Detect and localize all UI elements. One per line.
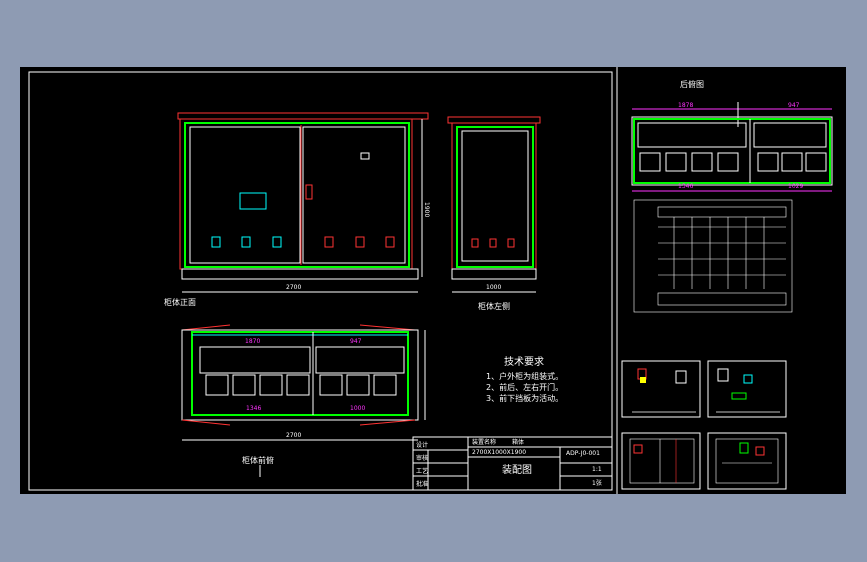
- tb-row-process: 工艺: [416, 467, 428, 475]
- front-view: [177, 112, 429, 293]
- top-dim-a: 1870: [245, 338, 260, 345]
- rear-view-label: 后俯图: [680, 79, 704, 89]
- cad-canvas: 2700 1900 柜体正面 1000 柜体左侧 1870 947 1346 1…: [28, 67, 833, 494]
- drawing-border: [28, 71, 613, 491]
- rear-dim-d: 1029: [788, 183, 803, 190]
- front-view-label: 柜体正面: [164, 297, 196, 307]
- thumbnail-1: [621, 360, 701, 418]
- drawing-sheet: 2700 1900 柜体正面 1000 柜体左侧 1870 947 1346 1…: [20, 67, 846, 494]
- tb-scale: 1:1: [592, 466, 602, 473]
- tb-product-label: 装置名称: [472, 438, 496, 446]
- left-width-dim: 1000: [486, 284, 501, 291]
- tb-drawing-no: ADP-J0-001: [566, 450, 600, 457]
- tech-title: 技术要求: [504, 355, 544, 368]
- rear-dim-a: 1878: [678, 102, 693, 109]
- tb-product-value: 箱体: [512, 438, 524, 446]
- thumbnail-2: [707, 360, 787, 418]
- thumbnail-3: [621, 432, 701, 490]
- top-dim-d: 1000: [350, 405, 365, 412]
- rear-view: [631, 102, 833, 192]
- top-view: [181, 324, 426, 477]
- schematic-thumbnail: [633, 199, 793, 313]
- left-view-label: 柜体左侧: [478, 301, 510, 311]
- tb-row-approve: 批准: [416, 480, 428, 488]
- top-view-label: 柜体前俯: [242, 455, 274, 465]
- left-view: [447, 116, 541, 293]
- top-dim-c: 1346: [246, 405, 261, 412]
- top-width-dim: 2700: [286, 432, 301, 439]
- tech-item-3: 3、前下挡板为活动。: [486, 393, 563, 403]
- tb-spec: 2700X1000X1900: [472, 449, 526, 456]
- tb-drawing-name: 装配图: [502, 463, 532, 476]
- front-width-dim: 2700: [286, 284, 301, 291]
- top-dim-b: 947: [350, 338, 362, 345]
- rear-dim-c: 1346: [678, 183, 693, 190]
- thumbnail-4: [707, 432, 787, 490]
- tech-item-2: 2、前后、左右开门。: [486, 382, 563, 392]
- tech-item-1: 1、户外柜为组装式。: [486, 371, 563, 381]
- tb-row-review: 审核: [416, 454, 428, 462]
- tb-row-design: 设计: [416, 441, 428, 449]
- rear-dim-b: 947: [788, 102, 800, 109]
- tb-sheet: 1张: [592, 479, 602, 487]
- front-height-dim: 1900: [423, 202, 430, 217]
